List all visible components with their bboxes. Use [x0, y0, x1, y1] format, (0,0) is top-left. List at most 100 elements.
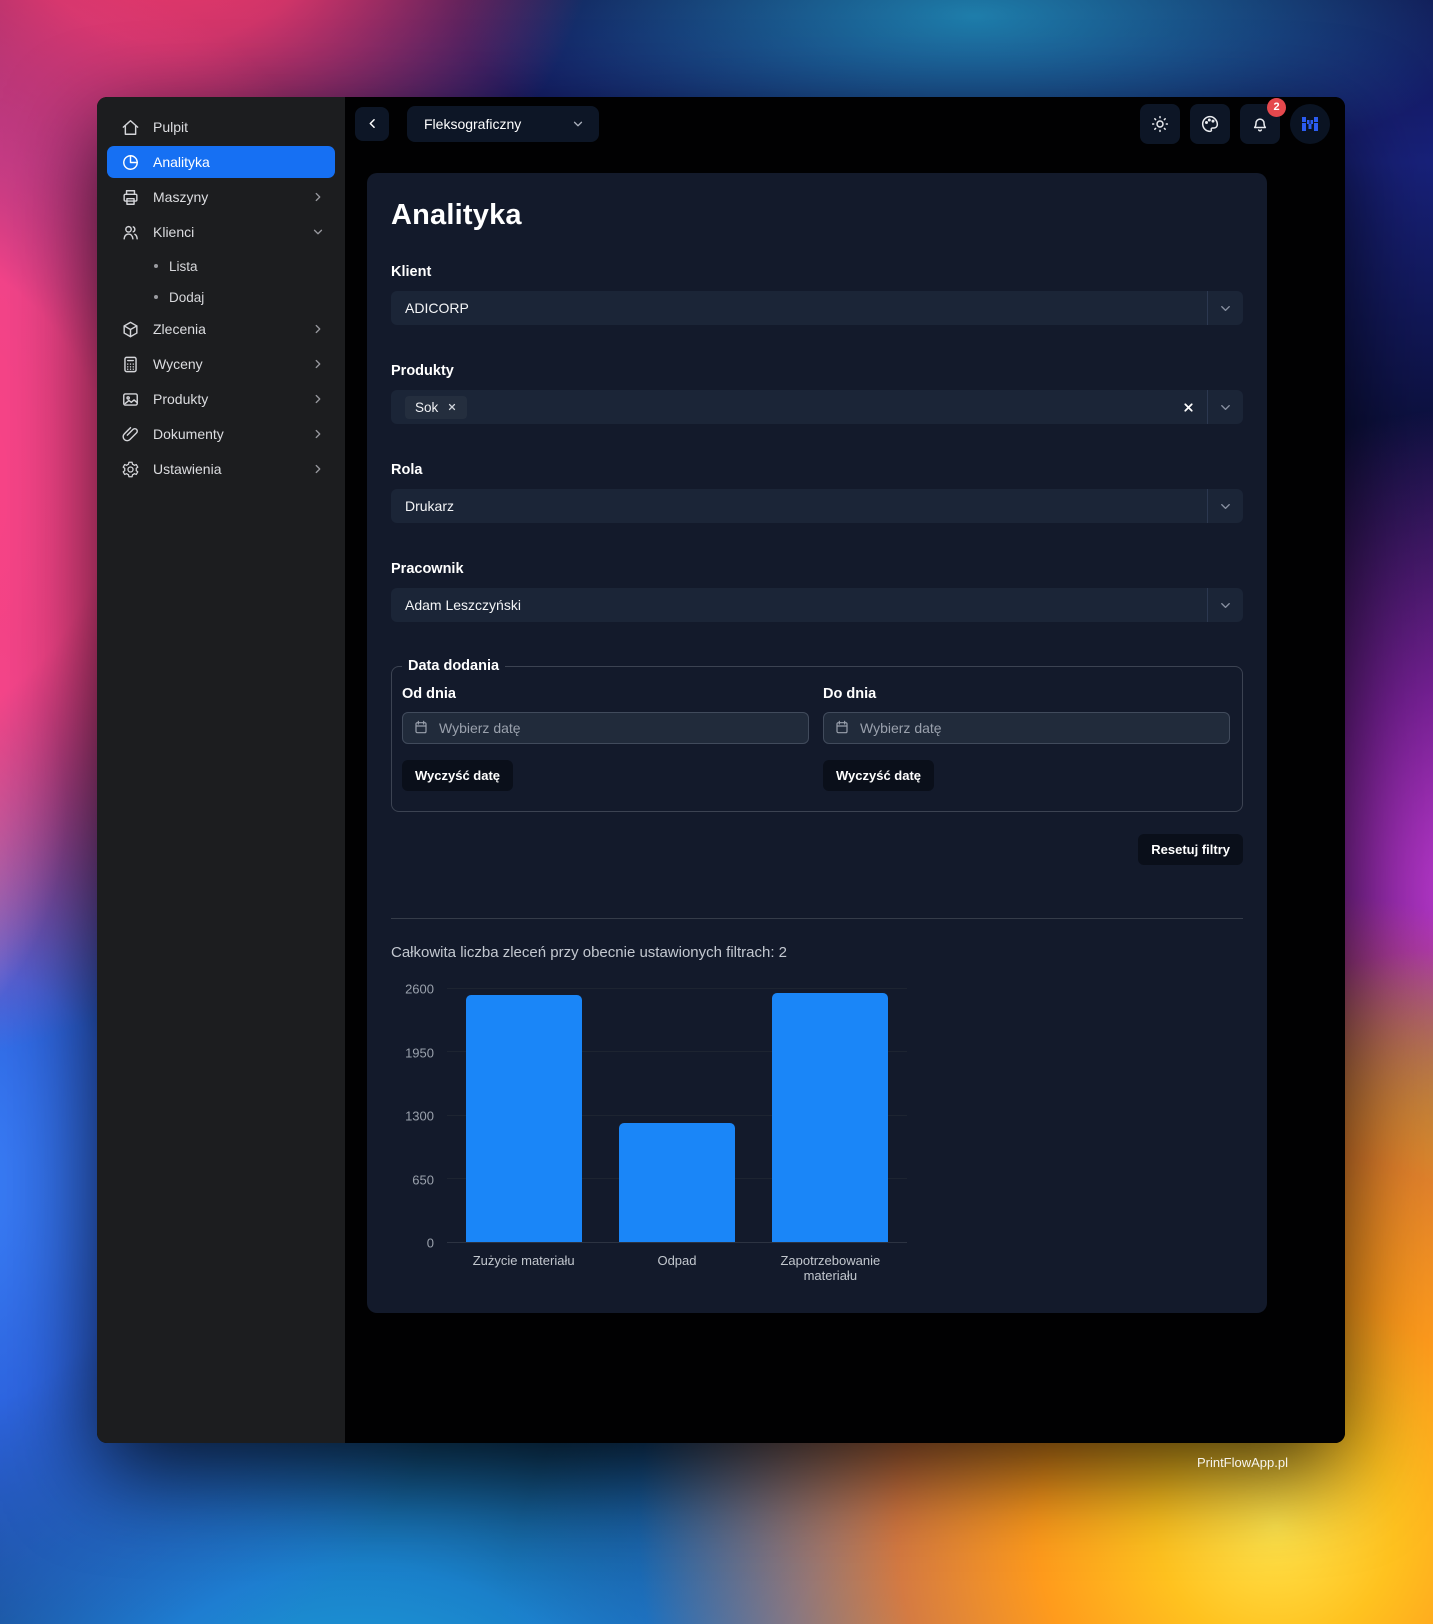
sidebar-item-label: Produkty	[153, 391, 209, 407]
date-range-legend: Data dodania	[408, 658, 500, 674]
palette-button[interactable]	[1190, 103, 1230, 144]
topbar: Fleksograficzny 2	[345, 97, 1345, 150]
date-from-input[interactable]	[402, 712, 809, 744]
chart-yaxis: 0 650 1300 1950 2600	[391, 982, 447, 1251]
date-from-column: Od dnia Wyczyść datę	[402, 678, 809, 791]
users-icon	[121, 223, 140, 242]
palette-icon	[1200, 114, 1220, 134]
sidebar-subitem-label: Dodaj	[169, 289, 205, 305]
sidebar-item-produkty[interactable]: Produkty	[107, 383, 335, 415]
clear-date-from-button[interactable]: Wyczyść datę	[402, 760, 514, 791]
main-area: Fleksograficzny 2 Analityka Klient ADICO…	[345, 97, 1345, 1443]
y-tick-label: 0	[426, 1235, 434, 1251]
sidebar-item-label: Maszyny	[153, 189, 209, 205]
bar-chart: 0 650 1300 1950 2600 Zużycie materiału Odpad Z…	[391, 982, 911, 1283]
bullet-icon	[154, 264, 158, 268]
rola-select[interactable]: Drukarz	[391, 489, 1243, 523]
y-tick-label: 2600	[405, 981, 434, 997]
back-button[interactable]	[355, 106, 389, 141]
machine-select[interactable]: Fleksograficzny	[407, 105, 599, 142]
chevron-right-icon	[311, 322, 325, 336]
watermark: PrintFlowApp.pl	[1196, 1455, 1288, 1470]
date-from-label: Od dnia	[402, 686, 456, 702]
klient-select-value: ADICORP	[405, 300, 469, 316]
sidebar-item-klienci[interactable]: Klienci	[107, 216, 335, 248]
home-icon	[121, 118, 140, 137]
klient-label: Klient	[391, 264, 432, 280]
bar-slot	[600, 989, 753, 1242]
rola-label: Rola	[391, 462, 423, 478]
chart-summary: Całkowita liczba zleceń przy obecnie ust…	[391, 944, 788, 961]
bar-3	[772, 992, 889, 1242]
gear-icon	[121, 460, 140, 479]
chart-plot-wrap: Zużycie materiału Odpad Zapotrzebowanie ma…	[447, 988, 907, 1283]
sidebar-item-dokumenty[interactable]: Dokumenty	[107, 418, 335, 450]
bar-2	[618, 1123, 735, 1242]
printer-icon	[121, 188, 140, 207]
chevron-right-icon	[311, 392, 325, 406]
image-icon	[121, 390, 140, 409]
bullet-icon	[154, 295, 158, 299]
remove-chip-icon[interactable]	[447, 402, 457, 412]
pracownik-select[interactable]: Adam Leszczyński	[391, 588, 1243, 622]
chevron-left-icon	[365, 116, 380, 131]
klient-select[interactable]: ADICORP	[391, 291, 1243, 325]
chevron-right-icon	[311, 190, 325, 204]
theme-toggle-button[interactable]	[1140, 103, 1180, 144]
chart-xaxis: Zużycie materiału Odpad Zapotrzebowanie ma…	[447, 1253, 907, 1283]
sidebar-item-label: Klienci	[153, 224, 195, 240]
produkt-chip-label: Sok	[415, 399, 439, 415]
chevron-down-icon	[1207, 588, 1243, 622]
content-area: Analityka Klient ADICORP Produkty Sok Ro…	[345, 150, 1345, 1443]
date-to-label: Do dnia	[823, 686, 877, 702]
filter-produkty: Produkty Sok	[391, 363, 1243, 424]
sidebar-item-wyceny[interactable]: Wyceny	[107, 348, 335, 380]
sidebar-item-ustawienia[interactable]: Ustawienia	[107, 453, 335, 485]
pie-chart-icon	[121, 153, 140, 172]
date-to-input[interactable]	[823, 712, 1230, 744]
produkty-multiselect[interactable]: Sok	[391, 390, 1243, 424]
sidebar-item-label: Analityka	[153, 154, 210, 170]
chevron-right-icon	[311, 357, 325, 371]
sidebar-item-maszyny[interactable]: Maszyny	[107, 181, 335, 213]
analytics-card: Analityka Klient ADICORP Produkty Sok Ro…	[367, 173, 1267, 1313]
sidebar-item-pulpit[interactable]: Pulpit	[107, 111, 335, 143]
sidebar-subitem-lista[interactable]: Lista	[107, 251, 335, 281]
sun-icon	[1150, 114, 1170, 134]
sidebar-subitem-label: Lista	[169, 258, 198, 274]
x-tick-label: Zużycie materiału	[472, 1253, 575, 1268]
notifications-button[interactable]: 2	[1240, 97, 1286, 144]
chevron-down-icon	[1207, 489, 1243, 523]
sidebar: Pulpit Analityka Maszyny Klienci Lista D…	[97, 97, 345, 1443]
chevron-down-icon	[571, 117, 585, 131]
bar-1	[465, 994, 582, 1242]
sidebar-item-label: Ustawienia	[153, 461, 222, 477]
x-tick-label: Zapotrzebowanie materiału	[780, 1253, 881, 1283]
pracownik-label: Pracownik	[391, 561, 464, 577]
logo-m-icon	[1298, 112, 1322, 136]
sidebar-item-analityka[interactable]: Analityka	[107, 146, 335, 178]
divider	[391, 918, 1243, 919]
bell-icon	[1250, 114, 1270, 134]
avatar[interactable]	[1290, 103, 1330, 144]
chevron-right-icon	[311, 462, 325, 476]
filter-pracownik: Pracownik Adam Leszczyński	[391, 561, 1243, 622]
bar-slot	[447, 989, 600, 1242]
sidebar-subitem-dodaj[interactable]: Dodaj	[107, 282, 335, 312]
chevron-down-icon	[1207, 390, 1243, 424]
rola-select-value: Drukarz	[405, 498, 455, 514]
date-to-column: Do dnia Wyczyść datę	[823, 678, 1230, 791]
sidebar-item-label: Zlecenia	[153, 321, 206, 337]
bar-slot	[754, 989, 907, 1242]
y-tick-label: 1950	[405, 1045, 434, 1060]
filter-rola: Rola Drukarz	[391, 462, 1243, 523]
calculator-icon	[121, 355, 140, 374]
notification-badge: 2	[1267, 97, 1286, 117]
paperclip-icon	[121, 425, 140, 444]
reset-filters-button[interactable]: Resetuj filtry	[1138, 834, 1243, 865]
sidebar-item-zlecenia[interactable]: Zlecenia	[107, 313, 335, 345]
y-tick-label: 1300	[405, 1108, 434, 1124]
clear-all-icon[interactable]	[1170, 401, 1207, 414]
chevron-right-icon	[311, 427, 325, 441]
clear-date-to-button[interactable]: Wyczyść datę	[823, 760, 935, 791]
